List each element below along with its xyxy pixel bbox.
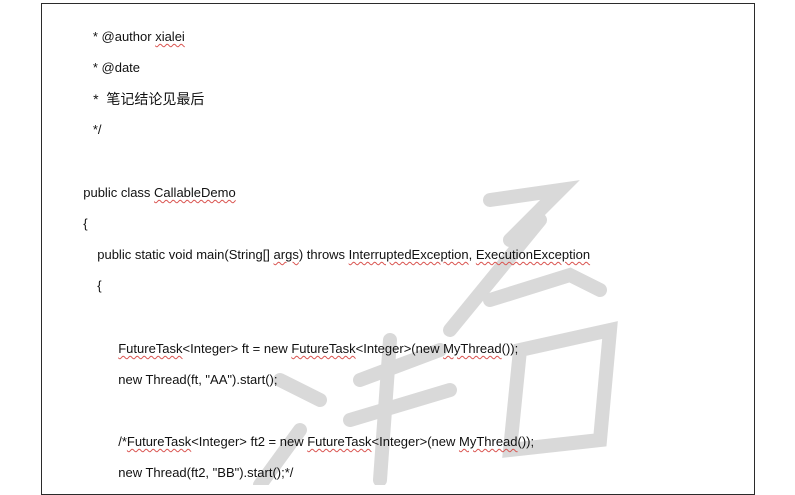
type-word: MyThread — [458, 434, 518, 449]
args-word: args — [273, 247, 299, 262]
doc-line-thread-bb: new Thread(ft2, "BB").start();*/ — [111, 446, 293, 482]
line-text: , — [468, 247, 476, 262]
line-text: ()); — [501, 341, 519, 356]
exception-word: ExecutionException — [475, 247, 591, 262]
line-text: ()); — [517, 434, 535, 449]
doc-line-main-brace: { — [90, 259, 102, 295]
type-word: FutureTask — [307, 434, 372, 449]
line-text: ) throws — [298, 247, 349, 262]
type-word: FutureTask — [291, 341, 356, 356]
line-text: */ — [89, 122, 102, 137]
line-text: public class — [83, 185, 155, 200]
line-text: new Thread(ft2, "BB").start();*/ — [118, 465, 294, 480]
doc-line-class-decl: public class CallableDemo — [76, 166, 236, 202]
line-text: <Integer>(new — [355, 341, 444, 356]
doc-line-open-brace: { — [76, 197, 88, 233]
line-text: { — [83, 216, 88, 231]
line-text: { — [97, 278, 102, 293]
doc-line-main-decl: public static void main(String[] args) t… — [90, 228, 590, 264]
line-text: <Integer>(new — [371, 434, 459, 449]
author-name: xialei — [155, 29, 185, 44]
line-text: new Thread(ft, "AA").start(); — [118, 372, 278, 387]
doc-line-comment-end: */ — [82, 103, 102, 139]
class-name: CallableDemo — [154, 185, 236, 200]
doc-line-thread-aa: new Thread(ft, "AA").start(); — [111, 353, 278, 389]
exception-word: InterruptedException — [348, 247, 469, 262]
type-word: MyThread — [443, 341, 502, 356]
line-text: * 笔记结论见最后 — [89, 91, 205, 107]
line-text: public static void main(String[] — [97, 247, 274, 262]
